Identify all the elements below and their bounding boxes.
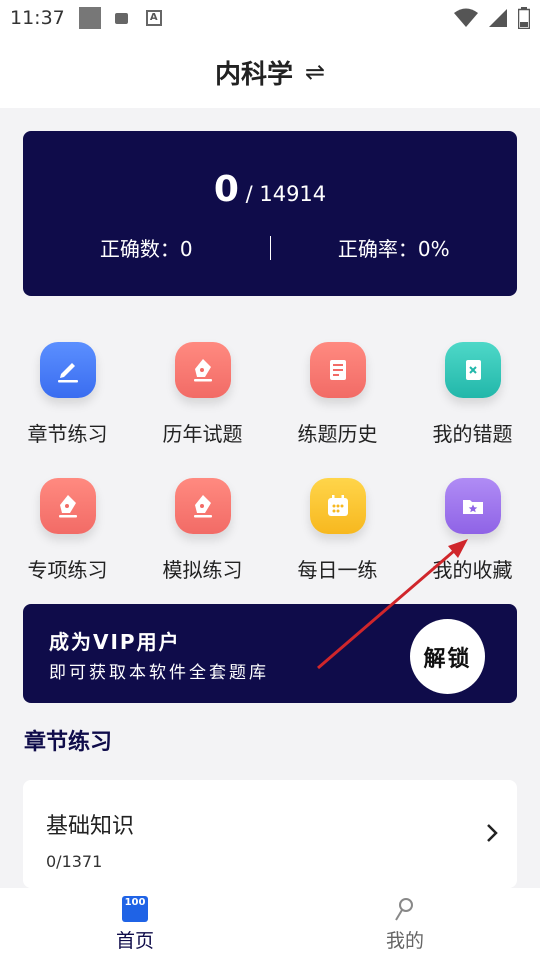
cell-signal-icon (489, 9, 507, 27)
tab-label: 首页 (115, 930, 154, 952)
switch-subject-icon[interactable]: ⇌ (305, 58, 325, 86)
pen-nib-icon (174, 478, 231, 534)
stats-card: 0 / 14914 正确数：0 正确率：0% (23, 131, 517, 296)
feature-chapter-practice[interactable]: 章节练习 (0, 330, 135, 466)
total-count: 14914 (259, 182, 327, 206)
home-book-icon: 100 (122, 896, 148, 922)
notification-image-icon (78, 7, 101, 29)
status-bar: 11:37 A (0, 0, 540, 36)
app-header: 内科学 ⇌ (0, 36, 540, 108)
battery-icon (518, 7, 530, 29)
calendar-icon (309, 478, 366, 534)
notification-a-icon: A (145, 10, 162, 26)
vip-banner[interactable]: 成为VIP用户 即可获取本软件全套题库 解锁 (23, 604, 517, 703)
progress-count: 0 / 14914 (23, 169, 517, 210)
feature-daily-practice[interactable]: 每日一练 (270, 466, 405, 602)
feature-wrong-questions[interactable]: 我的错题 (405, 330, 540, 466)
chapter-card[interactable]: 基础知识 0/1371 (23, 780, 517, 888)
feature-practice-history[interactable]: 练题历史 (270, 330, 405, 466)
tab-mine[interactable]: 我的 (270, 888, 540, 960)
chapter-name: 基础知识 (46, 814, 135, 839)
feature-label: 章节练习 (27, 422, 108, 446)
wifi-icon (454, 8, 478, 27)
pen-nib-icon (174, 342, 231, 398)
person-icon (395, 898, 413, 921)
pen-nib-icon (39, 478, 96, 534)
count-separator: / (238, 182, 260, 206)
feature-grid: 章节练习 历年试题 练题历史 我的错题 专项练习 模拟练习 每日一练 我的收藏 (0, 330, 540, 602)
feature-special-practice[interactable]: 专项练习 (0, 466, 135, 602)
stats-row: 正确数：0 正确率：0% (23, 233, 517, 262)
correct-rate: 正确率：0% (337, 237, 450, 261)
notification-stop-icon (114, 12, 128, 24)
feature-mock-practice[interactable]: 模拟练习 (135, 466, 270, 602)
pencil-edit-icon (39, 342, 96, 398)
star-folder-icon (444, 478, 501, 534)
notebook-icon (309, 342, 366, 398)
done-count: 0 (213, 169, 239, 210)
tab-label: 我的 (385, 930, 424, 952)
chevron-right-icon (487, 824, 498, 842)
correct-count: 正确数：0 (99, 237, 193, 261)
feature-label: 专项练习 (27, 558, 108, 582)
subject-title[interactable]: 内科学 (215, 54, 293, 91)
feature-label: 练题历史 (297, 422, 378, 446)
chapter-progress: 0/1371 (46, 852, 103, 871)
vip-title: 成为VIP用户 (49, 630, 181, 654)
feature-label: 历年试题 (162, 422, 243, 446)
wrong-book-icon (444, 342, 501, 398)
feature-label: 我的收藏 (432, 558, 513, 582)
vip-subtitle: 即可获取本软件全套题库 (49, 663, 269, 683)
status-time: 11:37 (10, 7, 65, 29)
feature-label: 模拟练习 (162, 558, 243, 582)
tab-home[interactable]: 100 首页 (0, 888, 270, 960)
bottom-tab-bar: 100 首页 我的 (0, 888, 540, 960)
feature-past-exams[interactable]: 历年试题 (135, 330, 270, 466)
home-icon-text: 100 (124, 897, 146, 908)
feature-label: 每日一练 (297, 558, 378, 582)
section-title: 章节练习 (24, 730, 113, 755)
unlock-button[interactable]: 解锁 (410, 619, 485, 694)
feature-label: 我的错题 (432, 422, 513, 446)
feature-my-favorites[interactable]: 我的收藏 (405, 466, 540, 602)
